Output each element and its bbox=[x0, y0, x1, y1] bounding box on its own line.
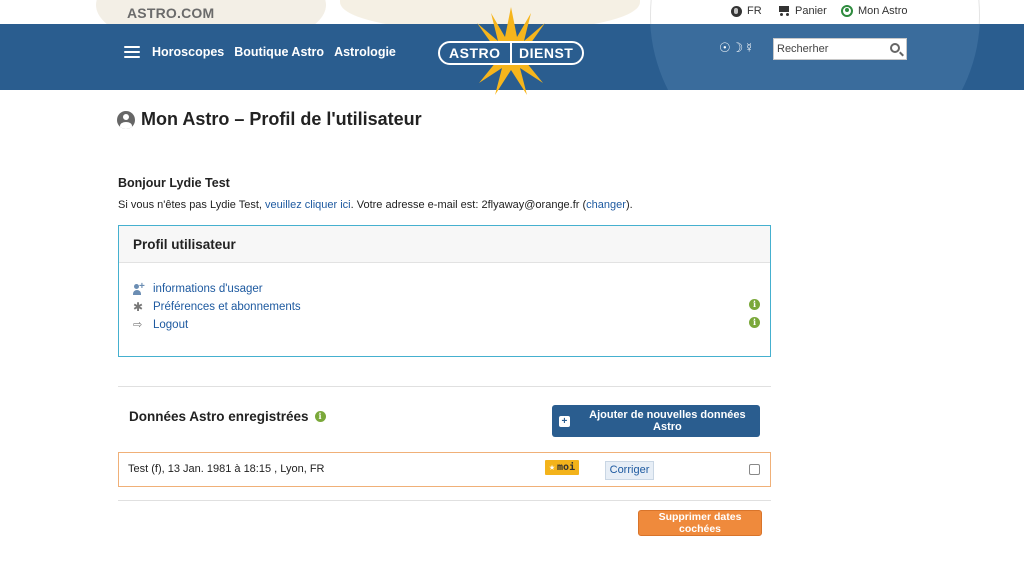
identity-text: Si vous n'êtes pas Lydie Test, bbox=[118, 199, 266, 211]
logout-icon: ⇨ bbox=[133, 318, 143, 331]
info-icon[interactable]: i bbox=[314, 411, 326, 422]
nav-astrologie[interactable]: Astrologie bbox=[334, 45, 396, 59]
profile-panel: Profil utilisateur informations d'usager… bbox=[118, 225, 771, 357]
logo-text-right: DIENST bbox=[519, 45, 574, 61]
globe-icon bbox=[731, 5, 742, 17]
astrodienst-logo[interactable]: ASTRO DIENST bbox=[436, 6, 586, 106]
user-add-icon bbox=[133, 281, 145, 295]
moi-badge-label: moi bbox=[557, 462, 576, 473]
row-checkbox[interactable] bbox=[749, 464, 760, 475]
change-email-link[interactable]: changer bbox=[586, 199, 626, 211]
gear-icon: ✱ bbox=[133, 299, 144, 314]
search-box bbox=[773, 38, 907, 60]
moi-badge: ★ moi bbox=[545, 460, 580, 475]
delete-checked-button[interactable]: Supprimer dates cochées bbox=[638, 510, 762, 536]
page-title: Mon Astro – Profil de l'utilisateur bbox=[117, 109, 422, 130]
user-icon bbox=[841, 5, 853, 17]
cart-link[interactable]: Panier bbox=[777, 5, 827, 17]
identity-line: Si vous n'êtes pas Lydie Test, veuillez … bbox=[118, 199, 633, 211]
greeting: Bonjour Lydie Test bbox=[118, 176, 230, 190]
page-title-text: Mon Astro – Profil de l'utilisateur bbox=[141, 109, 422, 129]
astro-data-entry[interactable]: Test (f), 13 Jan. 1981 à 18:15 , Lyon, F… bbox=[128, 463, 324, 475]
nav-boutique-astro[interactable]: Boutique Astro bbox=[234, 45, 324, 59]
search-icon[interactable] bbox=[890, 43, 900, 53]
user-circle-icon bbox=[117, 110, 135, 129]
plus-icon: + bbox=[559, 415, 570, 427]
cart-icon bbox=[777, 6, 790, 16]
site-brand-link[interactable]: ASTRO.COM bbox=[127, 5, 214, 21]
email-text: . Votre adresse e-mail est: 2flyaway@ora… bbox=[350, 199, 587, 211]
planet-symbols[interactable]: ☉☽☿ bbox=[719, 40, 755, 56]
info-icon[interactable]: i bbox=[749, 299, 760, 310]
closing-text: ). bbox=[625, 199, 633, 211]
logout-link[interactable]: Logout bbox=[153, 319, 188, 331]
language-label: FR bbox=[747, 5, 762, 17]
divider bbox=[118, 386, 771, 387]
language-selector[interactable]: FR bbox=[731, 5, 762, 17]
list-item: ✱ Préférences et abonnements bbox=[133, 298, 301, 316]
add-astro-data-label: Ajouter de nouvelles données Astro bbox=[589, 409, 746, 433]
account-label: Mon Astro bbox=[858, 5, 908, 17]
list-item: informations d'usager bbox=[133, 280, 301, 298]
main-nav: Horoscopes Boutique Astro Astrologie bbox=[152, 45, 396, 59]
astro-data-heading: Données Astro enregistrées i bbox=[129, 409, 326, 424]
edit-button[interactable]: Corriger bbox=[605, 461, 654, 480]
star-icon: ★ bbox=[549, 462, 556, 473]
cart-label: Panier bbox=[795, 5, 827, 17]
logo-text-left: ASTRO bbox=[449, 45, 501, 61]
search-input[interactable] bbox=[774, 43, 882, 55]
account-link[interactable]: Mon Astro bbox=[841, 5, 908, 17]
list-item: ⇨ Logout bbox=[133, 316, 301, 334]
info-icon[interactable]: i bbox=[749, 317, 760, 328]
table-row: Test (f), 13 Jan. 1981 à 18:15 , Lyon, F… bbox=[118, 452, 771, 487]
profile-panel-heading: Profil utilisateur bbox=[119, 226, 770, 263]
add-astro-data-button[interactable]: + Ajouter de nouvelles données Astro bbox=[552, 405, 760, 437]
preferences-link[interactable]: Préférences et abonnements bbox=[153, 301, 301, 313]
nav-horoscopes[interactable]: Horoscopes bbox=[152, 45, 224, 59]
astro-data-heading-text: Données Astro enregistrées bbox=[129, 409, 309, 424]
user-info-link[interactable]: informations d'usager bbox=[153, 283, 263, 295]
divider bbox=[118, 500, 771, 501]
not-me-link[interactable]: veuillez cliquer ici bbox=[265, 199, 351, 211]
profile-links: informations d'usager ✱ Préférences et a… bbox=[133, 280, 301, 334]
menu-icon[interactable] bbox=[124, 46, 140, 58]
